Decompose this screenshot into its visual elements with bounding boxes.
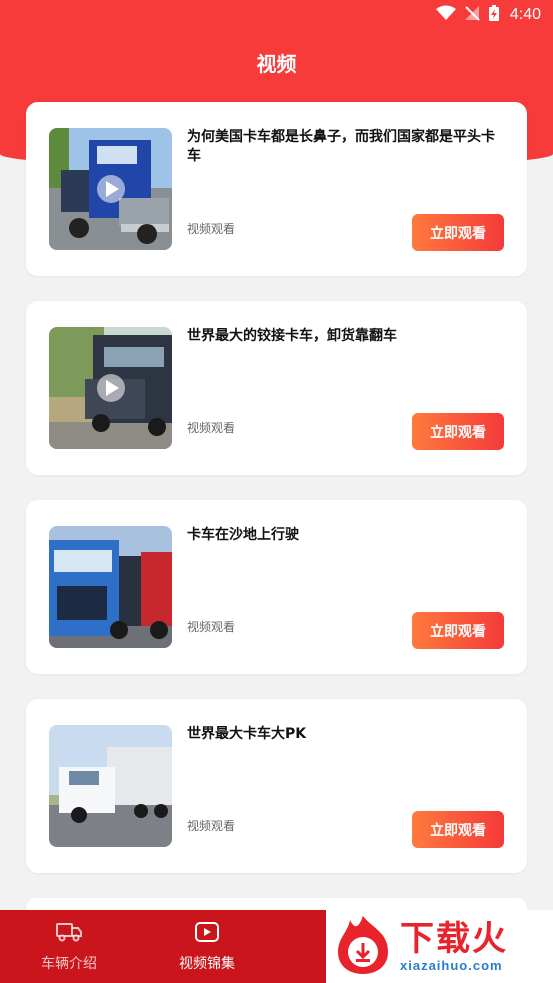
status-bar: 4:40: [0, 0, 553, 30]
watch-now-button[interactable]: 立即观看: [412, 413, 504, 450]
page-title: 视频: [256, 52, 297, 76]
flame-download-icon: [332, 914, 394, 980]
video-list: 为何美国卡车都是长鼻子，而我们国家都是平头卡车 视频观看 立即观看 世界最大的铰…: [26, 102, 527, 918]
video-subtitle: 视频观看: [187, 620, 236, 634]
watermark-title: 下载火: [400, 919, 508, 959]
video-title: 为何美国卡车都是长鼻子，而我们国家都是平头卡车: [187, 129, 495, 164]
video-subtitle: 视频观看: [187, 819, 236, 833]
video-title: 世界最大的铰接卡车，卸货靠翻车: [187, 328, 397, 344]
watch-now-button[interactable]: 立即观看: [412, 612, 504, 649]
video-icon: [194, 921, 220, 947]
status-time: 4:40: [509, 6, 541, 23]
video-thumbnail[interactable]: [49, 327, 172, 449]
watermark-logo: 下载火 xiazaihuo.com: [326, 910, 553, 983]
video-thumbnail[interactable]: [49, 725, 172, 847]
video-thumbnail[interactable]: [49, 128, 172, 250]
truck-icon: [55, 921, 83, 947]
tab-vehicle-intro[interactable]: 车辆介绍: [0, 910, 138, 983]
watermark-text: 下载火 xiazaihuo.com: [400, 920, 508, 973]
watch-now-button[interactable]: 立即观看: [412, 214, 504, 251]
video-subtitle: 视频观看: [187, 222, 236, 236]
video-card[interactable]: 卡车在沙地上行驶 视频观看 立即观看: [26, 500, 527, 674]
video-thumbnail[interactable]: [49, 526, 172, 648]
video-title: 卡车在沙地上行驶: [187, 527, 299, 543]
watch-now-button[interactable]: 立即观看: [412, 811, 504, 848]
wifi-icon: [435, 5, 456, 25]
video-card[interactable]: 为何美国卡车都是长鼻子，而我们国家都是平头卡车 视频观看 立即观看: [26, 102, 527, 276]
video-title: 世界最大卡车大PK: [187, 726, 307, 742]
tab-video-collection[interactable]: 视频锦集: [138, 910, 276, 983]
no-signal-icon: [464, 5, 480, 25]
video-card[interactable]: 世界最大卡车大PK 视频观看 立即观看: [26, 699, 527, 873]
tab-label: 视频锦集: [179, 955, 235, 972]
watermark-url: xiazaihuo.com: [400, 958, 503, 973]
battery-charging-icon: [488, 4, 500, 26]
video-subtitle: 视频观看: [187, 421, 236, 435]
tab-label: 车辆介绍: [41, 955, 97, 972]
video-card[interactable]: 世界最大的铰接卡车，卸货靠翻车 视频观看 立即观看: [26, 301, 527, 475]
